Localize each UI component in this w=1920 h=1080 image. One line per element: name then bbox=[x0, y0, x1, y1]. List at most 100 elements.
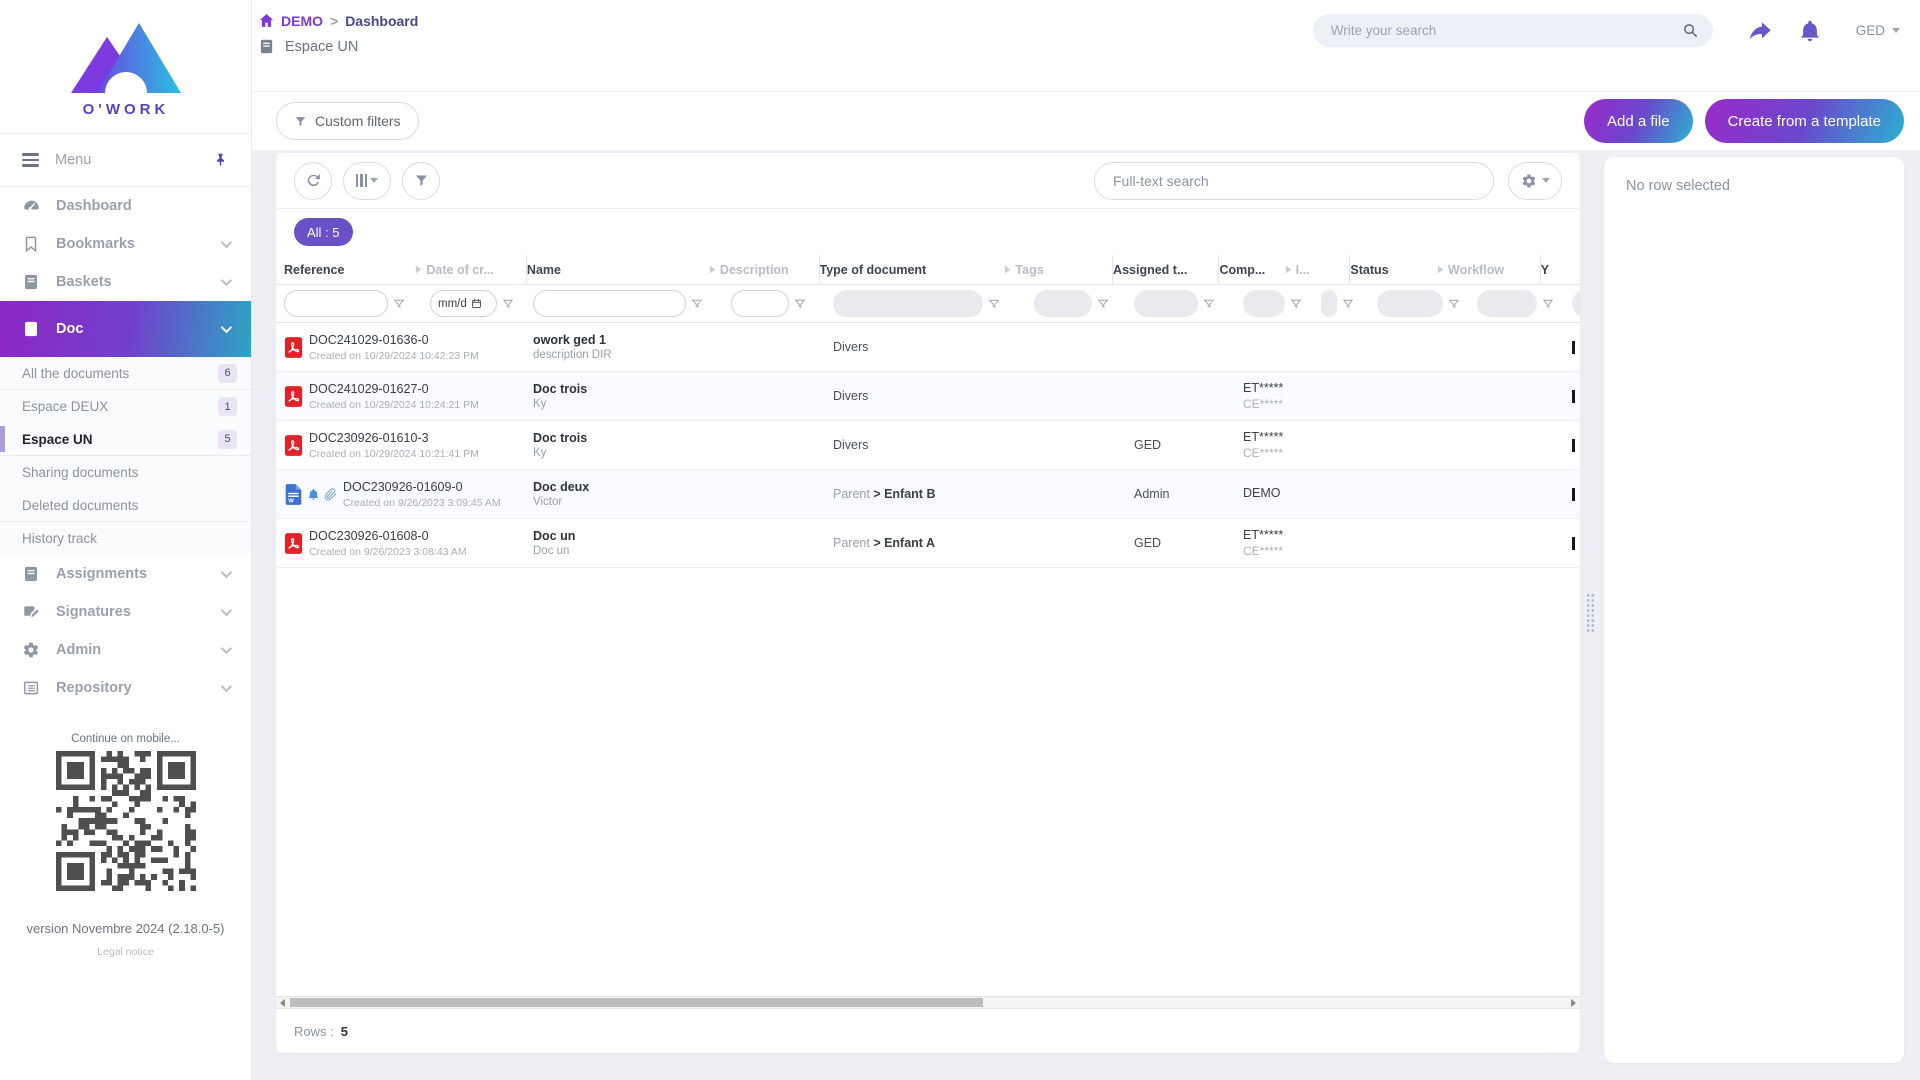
breadcrumb-home[interactable]: DEMO bbox=[258, 12, 323, 29]
table-row[interactable]: DOC230926-01608-0Created on 9/26/2023 3:… bbox=[276, 519, 1580, 568]
sidebar-item-admin[interactable]: Admin bbox=[0, 631, 251, 669]
pdf-file-icon bbox=[284, 434, 303, 457]
clipped-cell-fragment bbox=[1572, 390, 1575, 403]
sidebar-item-label: Admin bbox=[56, 642, 101, 658]
sidebar-item-dashboard[interactable]: Dashboard bbox=[0, 187, 251, 225]
filter-name-input[interactable] bbox=[533, 290, 686, 317]
calendar-icon[interactable] bbox=[471, 298, 482, 309]
table-row[interactable]: DOC230926-01610-3Created on 10/29/2024 1… bbox=[276, 421, 1580, 470]
horizontal-scrollbar[interactable] bbox=[276, 996, 1580, 1009]
scrollbar-thumb[interactable] bbox=[290, 998, 983, 1007]
columns-button[interactable] bbox=[343, 162, 391, 200]
scroll-right-arrow[interactable] bbox=[1567, 997, 1580, 1008]
funnel-icon[interactable] bbox=[1342, 298, 1354, 310]
sidebar-item-history-track[interactable]: History track bbox=[0, 522, 251, 555]
sort-icon bbox=[708, 264, 717, 275]
search-icon[interactable] bbox=[1682, 22, 1699, 39]
filter-date-input[interactable]: mm/d bbox=[430, 290, 497, 317]
fulltext-search bbox=[1094, 162, 1494, 200]
share-button[interactable] bbox=[1749, 18, 1774, 43]
sidebar-item-repository[interactable]: Repository bbox=[0, 669, 251, 707]
sidebar-item-signatures[interactable]: Signatures bbox=[0, 593, 251, 631]
sidebar-item-label: Doc bbox=[56, 321, 83, 337]
bookmark-icon bbox=[22, 235, 41, 254]
filter-button[interactable] bbox=[402, 162, 440, 200]
sidebar-item-label: Bookmarks bbox=[56, 236, 135, 252]
sidebar-item-all-documents[interactable]: All the documents 6 bbox=[0, 357, 251, 390]
column-header-tags[interactable]: Tags bbox=[1015, 255, 1113, 284]
funnel-icon[interactable] bbox=[691, 298, 703, 310]
sort-icon bbox=[1284, 264, 1293, 275]
notifications-button[interactable] bbox=[1798, 19, 1822, 43]
table-row[interactable]: DOC230926-01609-0Created on 9/26/2023 3:… bbox=[276, 470, 1580, 519]
global-search-input[interactable] bbox=[1331, 23, 1682, 38]
funnel-icon[interactable] bbox=[988, 298, 1000, 310]
custom-filters-button[interactable]: Custom filters bbox=[276, 102, 419, 140]
count-badge: 1 bbox=[218, 397, 237, 416]
sidebar-item-label: Repository bbox=[56, 680, 132, 696]
column-header-assigned[interactable]: Assigned t... bbox=[1113, 255, 1219, 284]
tab-all[interactable]: All : 5 bbox=[294, 218, 353, 246]
column-header-i[interactable]: I... bbox=[1296, 255, 1351, 284]
filter-status-select[interactable] bbox=[1377, 290, 1443, 317]
funnel-icon[interactable] bbox=[502, 298, 514, 310]
filter-assigned-select[interactable] bbox=[1134, 290, 1198, 317]
column-header-description[interactable]: Description bbox=[720, 255, 820, 284]
funnel-icon bbox=[294, 115, 307, 128]
panel-resize-handle[interactable] bbox=[1586, 593, 1595, 633]
sidebar-item-bookmarks[interactable]: Bookmarks bbox=[0, 225, 251, 263]
sidebar-item-deleted-documents[interactable]: Deleted documents bbox=[0, 489, 251, 522]
chevron-down-icon bbox=[1542, 178, 1550, 183]
global-search bbox=[1313, 14, 1713, 47]
sidebar-item-baskets[interactable]: Baskets bbox=[0, 263, 251, 301]
filter-workflow-select[interactable] bbox=[1477, 290, 1537, 317]
funnel-icon[interactable] bbox=[1097, 298, 1109, 310]
funnel-icon[interactable] bbox=[1542, 298, 1554, 310]
column-header-workflow[interactable]: Workflow bbox=[1448, 255, 1541, 284]
app-logo[interactable]: O'WORK bbox=[0, 0, 251, 133]
scroll-left-arrow[interactable] bbox=[276, 997, 289, 1008]
legal-notice-link[interactable]: Legal notice bbox=[0, 946, 251, 958]
create-from-template-button[interactable]: Create from a template bbox=[1705, 99, 1904, 143]
filter-reference-input[interactable] bbox=[284, 290, 388, 317]
sub-item-label: Sharing documents bbox=[22, 465, 138, 480]
table-row[interactable]: DOC241029-01627-0Created on 10/29/2024 1… bbox=[276, 372, 1580, 421]
breadcrumb: DEMO > Dashboard bbox=[258, 12, 418, 29]
filter-type-select[interactable] bbox=[833, 290, 983, 317]
breadcrumb-current[interactable]: Dashboard bbox=[345, 13, 418, 29]
funnel-icon[interactable] bbox=[1448, 298, 1460, 310]
column-header-type[interactable]: Type of document bbox=[820, 255, 1016, 284]
hamburger-icon[interactable] bbox=[22, 153, 39, 166]
sidebar-item-label: Assignments bbox=[56, 566, 147, 582]
table-row[interactable]: DOC241029-01636-0Created on 10/29/2024 1… bbox=[276, 323, 1580, 372]
funnel-icon[interactable] bbox=[393, 298, 405, 310]
funnel-icon[interactable] bbox=[1203, 298, 1215, 310]
sidebar-item-assignments[interactable]: Assignments bbox=[0, 555, 251, 593]
column-header-date[interactable]: Date of cr... bbox=[426, 255, 527, 284]
column-header-status[interactable]: Status bbox=[1350, 255, 1448, 284]
fulltext-search-input[interactable] bbox=[1113, 173, 1475, 189]
funnel-icon[interactable] bbox=[1290, 298, 1302, 310]
sidebar-item-doc[interactable]: Doc bbox=[0, 301, 251, 357]
refresh-button[interactable] bbox=[294, 162, 332, 200]
add-file-button[interactable]: Add a file bbox=[1584, 99, 1693, 143]
filter-i-select[interactable] bbox=[1321, 290, 1337, 317]
sidebar-menu-row: Menu bbox=[0, 133, 251, 187]
pin-icon[interactable] bbox=[212, 152, 229, 169]
user-menu[interactable]: GED bbox=[1856, 23, 1900, 38]
sidebar-item-espace-deux[interactable]: Espace DEUX 1 bbox=[0, 390, 251, 423]
sidebar-item-espace-un[interactable]: Espace UN 5 bbox=[0, 423, 251, 456]
bell-icon bbox=[307, 488, 320, 501]
sidebar-item-sharing-documents[interactable]: Sharing documents bbox=[0, 456, 251, 489]
filter-comp-select[interactable] bbox=[1243, 290, 1285, 317]
column-header-reference[interactable]: Reference bbox=[284, 255, 426, 284]
filter-tags-select[interactable] bbox=[1034, 290, 1092, 317]
funnel-icon[interactable] bbox=[794, 298, 806, 310]
space-title-row: Espace UN bbox=[258, 38, 358, 55]
column-header-y[interactable]: Y bbox=[1541, 255, 1580, 284]
column-header-name[interactable]: Name bbox=[527, 255, 720, 284]
table-settings-button[interactable] bbox=[1508, 162, 1562, 200]
filter-description-input[interactable] bbox=[731, 290, 789, 317]
column-header-comp[interactable]: Comp... bbox=[1219, 255, 1295, 284]
filter-y-select[interactable] bbox=[1572, 290, 1580, 317]
